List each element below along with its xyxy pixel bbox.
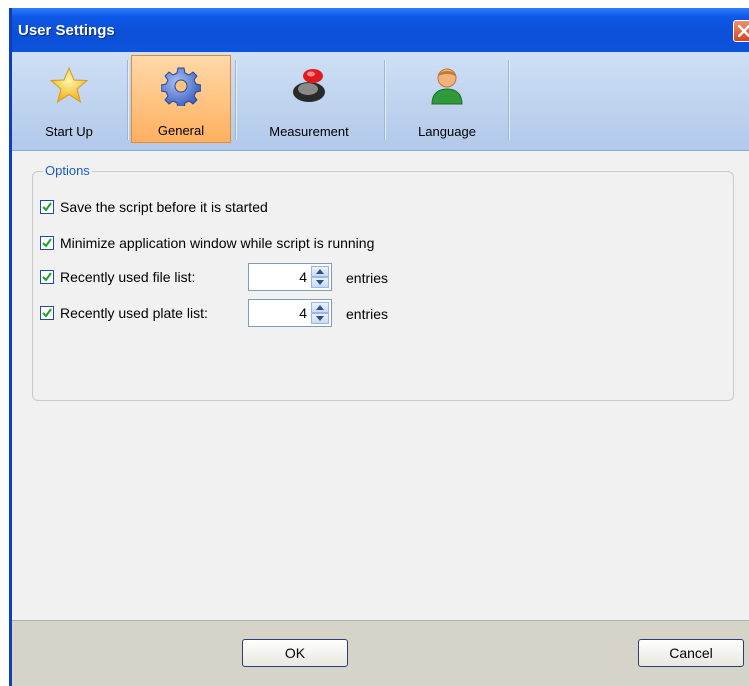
save-script-label: Save the script before it is started xyxy=(60,199,268,215)
recent-files-spinner[interactable]: 4 xyxy=(248,263,332,291)
tab-start-up-label: Start Up xyxy=(45,124,93,139)
toolbar-separator xyxy=(127,60,129,140)
minimize-window-label: Minimize application window while script… xyxy=(60,235,375,251)
close-button[interactable] xyxy=(733,20,749,42)
spin-down-button[interactable] xyxy=(311,277,329,288)
cancel-button[interactable]: Cancel xyxy=(638,639,744,667)
window-title: User Settings xyxy=(18,22,115,39)
chevron-up-icon xyxy=(316,305,324,310)
tab-language-label: Language xyxy=(418,124,476,139)
chevron-down-icon xyxy=(316,280,324,285)
checkmark-icon xyxy=(42,238,52,248)
tab-measurement[interactable]: Measurement xyxy=(239,55,379,143)
recent-files-unit: entries xyxy=(346,270,389,286)
save-script-option[interactable]: Save the script before it is started xyxy=(40,198,268,216)
settings-window: User Settings Start Up General Measureme… xyxy=(9,8,749,686)
recent-plates-value[interactable]: 4 xyxy=(299,305,307,321)
person-icon xyxy=(431,68,463,105)
gear-icon xyxy=(161,67,201,106)
spin-up-button[interactable] xyxy=(311,266,329,277)
recent-plates-spinner[interactable]: 4 xyxy=(248,299,332,327)
tab-general-label: General xyxy=(157,123,205,138)
dialog-footer: OK Cancel xyxy=(12,620,749,686)
tab-measurement-label: Measurement xyxy=(269,124,349,139)
chevron-down-icon xyxy=(316,316,324,321)
recent-files-checkbox[interactable] xyxy=(40,270,54,284)
recent-plates-label: Recently used plate list: xyxy=(60,305,208,321)
star-icon xyxy=(49,66,89,104)
title-bar[interactable]: User Settings xyxy=(12,8,749,52)
spin-up-button[interactable] xyxy=(311,302,329,313)
checkmark-icon xyxy=(42,308,52,318)
checkmark-icon xyxy=(42,272,52,282)
recent-files-option[interactable]: Recently used file list: xyxy=(40,268,195,286)
close-icon xyxy=(738,25,749,37)
tab-language[interactable]: Language xyxy=(392,55,502,143)
toolbar-separator xyxy=(508,60,510,140)
minimize-window-option[interactable]: Minimize application window while script… xyxy=(40,234,374,252)
minimize-window-checkbox[interactable] xyxy=(40,236,54,250)
recent-files-label: Recently used file list: xyxy=(60,269,196,285)
toolbar-separator xyxy=(235,60,237,140)
dialog-client: Start Up General Measurement Language Op… xyxy=(12,52,749,686)
chevron-up-icon xyxy=(316,269,324,274)
toolbar-separator xyxy=(384,60,386,140)
measurement-icon xyxy=(293,69,325,102)
settings-toolbar: Start Up General Measurement Language xyxy=(12,52,749,151)
recent-plates-option[interactable]: Recently used plate list: xyxy=(40,304,208,322)
options-legend: Options xyxy=(43,163,92,178)
recent-plates-unit: entries xyxy=(346,306,389,322)
tab-general[interactable]: General xyxy=(131,55,231,143)
spin-down-button[interactable] xyxy=(311,313,329,324)
recent-files-value[interactable]: 4 xyxy=(299,269,307,285)
save-script-checkbox[interactable] xyxy=(40,200,54,214)
checkmark-icon xyxy=(42,202,52,212)
tab-start-up[interactable]: Start Up xyxy=(15,55,123,143)
ok-button[interactable]: OK xyxy=(242,639,348,667)
recent-plates-checkbox[interactable] xyxy=(40,306,54,320)
